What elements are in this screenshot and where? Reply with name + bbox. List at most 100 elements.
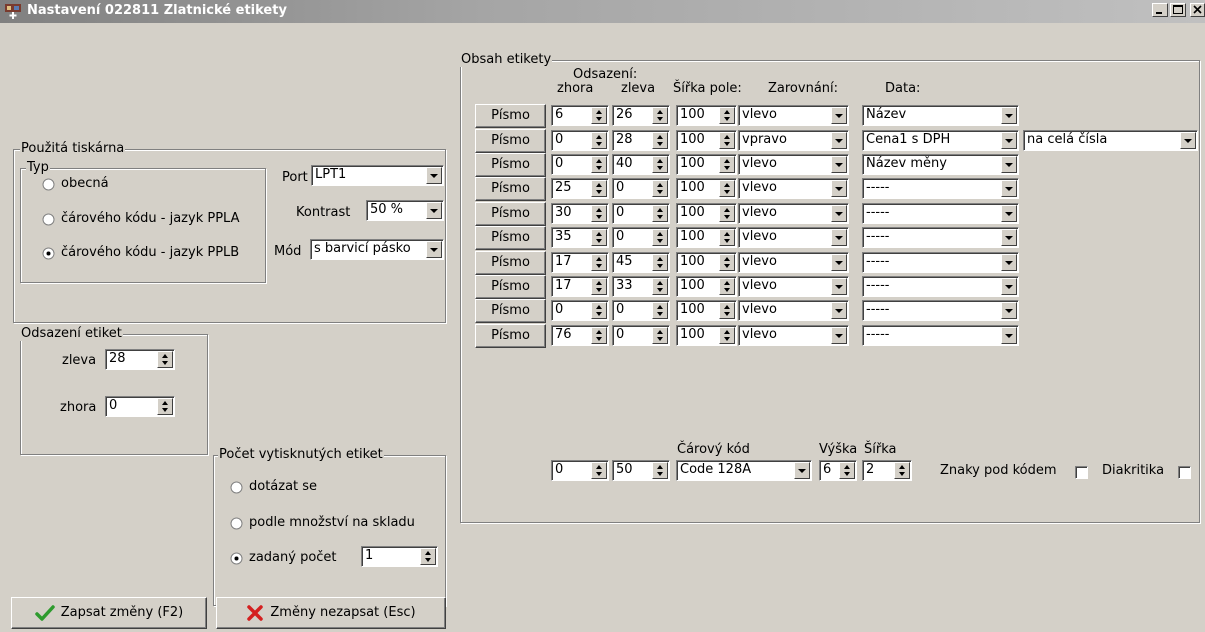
chevron-down-icon[interactable]: [831, 327, 847, 344]
offset-top-spinner[interactable]: 0: [105, 396, 175, 417]
row-width-spinner[interactable]: 100: [676, 276, 737, 297]
row-top-spinner[interactable]: 76: [551, 325, 609, 346]
chevron-down-icon[interactable]: [1001, 327, 1017, 344]
chevron-down-icon[interactable]: [1001, 205, 1017, 222]
row-data-select[interactable]: Název měny: [862, 154, 1019, 175]
chevron-down-icon[interactable]: [831, 132, 847, 149]
barcode-left-spinner[interactable]: 50: [612, 460, 670, 481]
row-left-spinner[interactable]: 28: [612, 130, 670, 151]
chevron-down-icon[interactable]: [1001, 156, 1017, 173]
spinner-arrows-icon[interactable]: [719, 278, 735, 295]
row-align-select[interactable]: vlevo: [738, 325, 849, 346]
chevron-down-icon[interactable]: [831, 156, 847, 173]
spinner-arrows-icon[interactable]: [839, 462, 855, 479]
spinner-arrows-icon[interactable]: [719, 180, 735, 197]
spinner-arrows-icon[interactable]: [652, 132, 668, 149]
row-top-spinner[interactable]: 35: [551, 227, 609, 248]
port-select[interactable]: LPT1: [311, 165, 444, 186]
row-width-spinner[interactable]: 100: [676, 325, 737, 346]
chevron-down-icon[interactable]: [1001, 180, 1017, 197]
font-button[interactable]: Písmo: [475, 226, 546, 250]
printer-type-radio-ppla[interactable]: [42, 213, 55, 226]
chevron-down-icon[interactable]: [794, 462, 810, 479]
row-align-select[interactable]: vlevo: [738, 276, 849, 297]
row-left-spinner[interactable]: 26: [612, 105, 670, 126]
row-align-select[interactable]: vlevo: [738, 252, 849, 273]
spinner-arrows-icon[interactable]: [591, 180, 607, 197]
row-align-select[interactable]: vlevo: [738, 300, 849, 321]
spinner-arrows-icon[interactable]: [719, 229, 735, 246]
chevron-down-icon[interactable]: [831, 107, 847, 124]
spinner-arrows-icon[interactable]: [719, 302, 735, 319]
diacritics-checkbox[interactable]: [1178, 466, 1191, 479]
row-width-spinner[interactable]: 100: [676, 130, 737, 151]
print-count-radio-stock[interactable]: [230, 517, 243, 530]
spinner-arrows-icon[interactable]: [894, 462, 910, 479]
chevron-down-icon[interactable]: [426, 241, 442, 258]
font-button[interactable]: Písmo: [475, 202, 546, 226]
barcode-top-spinner[interactable]: 0: [551, 460, 609, 481]
row-data-select[interactable]: -----: [862, 252, 1019, 273]
chevron-down-icon[interactable]: [1001, 254, 1017, 271]
spinner-arrows-icon[interactable]: [591, 302, 607, 319]
row-data-select[interactable]: -----: [862, 178, 1019, 199]
row-top-spinner[interactable]: 30: [551, 203, 609, 224]
row-width-spinner[interactable]: 100: [676, 300, 737, 321]
printer-type-radio-pplb[interactable]: [42, 247, 55, 260]
contrast-select[interactable]: 50 %: [366, 200, 444, 221]
spinner-arrows-icon[interactable]: [652, 278, 668, 295]
spinner-arrows-icon[interactable]: [719, 205, 735, 222]
row-left-spinner[interactable]: 0: [612, 178, 670, 199]
row-data-select[interactable]: -----: [862, 227, 1019, 248]
spinner-arrows-icon[interactable]: [652, 156, 668, 173]
barcode-width-spinner[interactable]: 2: [862, 460, 912, 481]
row-extra-select[interactable]: na celá čísla: [1023, 130, 1198, 151]
font-button[interactable]: Písmo: [475, 129, 546, 153]
row-align-select[interactable]: vpravo: [738, 130, 849, 151]
chevron-down-icon[interactable]: [831, 278, 847, 295]
font-button[interactable]: Písmo: [475, 251, 546, 275]
barcode-height-spinner[interactable]: 6: [819, 460, 857, 481]
chevron-down-icon[interactable]: [831, 229, 847, 246]
font-button[interactable]: Písmo: [475, 104, 546, 128]
row-top-spinner[interactable]: 0: [551, 130, 609, 151]
row-left-spinner[interactable]: 0: [612, 227, 670, 248]
row-width-spinner[interactable]: 100: [676, 227, 737, 248]
spinner-arrows-icon[interactable]: [719, 107, 735, 124]
app-icon[interactable]: [4, 2, 22, 20]
maximize-button[interactable]: [1170, 3, 1186, 17]
chevron-down-icon[interactable]: [426, 167, 442, 184]
spinner-arrows-icon[interactable]: [157, 351, 173, 368]
printer-type-radio-generic[interactable]: [42, 178, 55, 191]
spinner-arrows-icon[interactable]: [652, 180, 668, 197]
row-left-spinner[interactable]: 0: [612, 203, 670, 224]
row-data-select[interactable]: Název: [862, 105, 1019, 126]
spinner-arrows-icon[interactable]: [591, 156, 607, 173]
spinner-arrows-icon[interactable]: [157, 398, 173, 415]
row-top-spinner[interactable]: 6: [551, 105, 609, 126]
spinner-arrows-icon[interactable]: [719, 132, 735, 149]
row-width-spinner[interactable]: 100: [676, 105, 737, 126]
print-count-radio-ask[interactable]: [230, 481, 243, 494]
spinner-arrows-icon[interactable]: [591, 132, 607, 149]
spinner-arrows-icon[interactable]: [591, 229, 607, 246]
spinner-arrows-icon[interactable]: [652, 302, 668, 319]
row-data-select[interactable]: -----: [862, 203, 1019, 224]
chevron-down-icon[interactable]: [1001, 278, 1017, 295]
font-button[interactable]: Písmo: [475, 299, 546, 323]
row-top-spinner[interactable]: 17: [551, 276, 609, 297]
spinner-arrows-icon[interactable]: [591, 205, 607, 222]
font-button[interactable]: Písmo: [475, 177, 546, 201]
row-left-spinner[interactable]: 40: [612, 154, 670, 175]
print-count-radio-fixed[interactable]: [230, 552, 243, 565]
chevron-down-icon[interactable]: [1001, 302, 1017, 319]
row-width-spinner[interactable]: 100: [676, 252, 737, 273]
spinner-arrows-icon[interactable]: [652, 327, 668, 344]
chars-under-checkbox[interactable]: [1075, 466, 1088, 479]
row-left-spinner[interactable]: 0: [612, 300, 670, 321]
chevron-down-icon[interactable]: [1001, 107, 1017, 124]
spinner-arrows-icon[interactable]: [591, 327, 607, 344]
row-align-select[interactable]: vlevo: [738, 203, 849, 224]
spinner-arrows-icon[interactable]: [719, 156, 735, 173]
row-data-select[interactable]: -----: [862, 325, 1019, 346]
